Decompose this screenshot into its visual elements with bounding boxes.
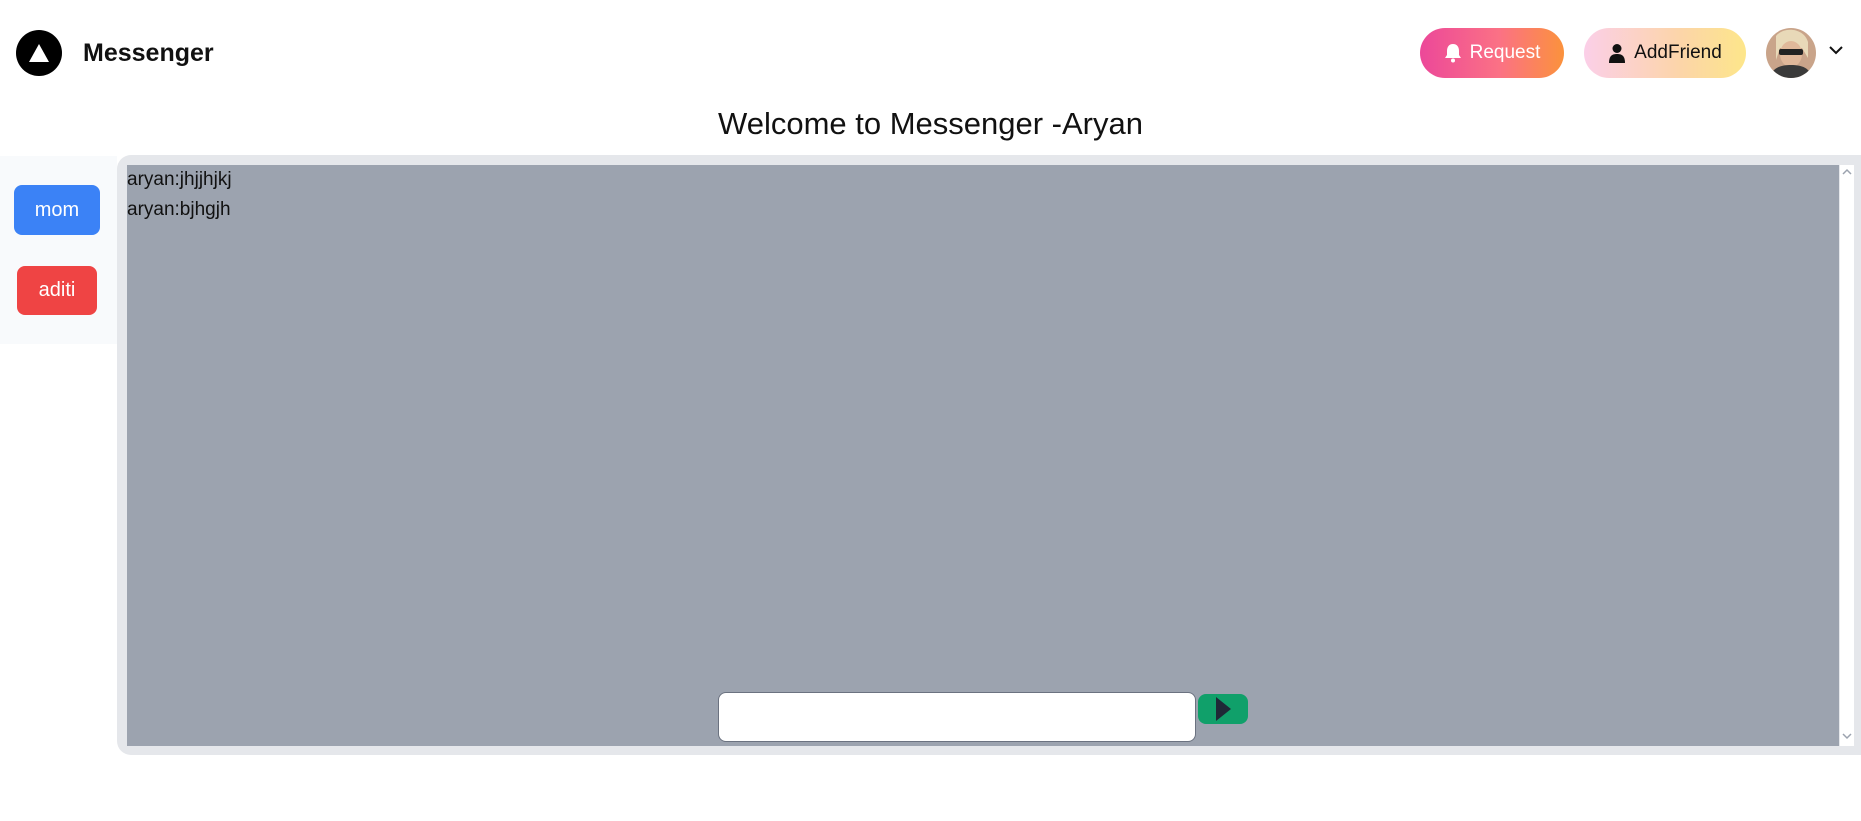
brand[interactable]: Messenger <box>16 30 214 76</box>
chat-message: aryan:jhjjhjkj <box>127 169 232 190</box>
message-area[interactable] <box>127 165 1839 746</box>
request-button[interactable]: Request <box>1420 28 1564 78</box>
user-icon <box>1609 44 1626 63</box>
welcome-title: Welcome to Messenger -Aryan <box>718 106 1143 141</box>
request-label: Request <box>1469 42 1541 63</box>
avatar[interactable] <box>1766 28 1816 78</box>
play-icon <box>1216 697 1231 721</box>
brand-name: Messenger <box>83 38 214 67</box>
scroll-down-icon[interactable] <box>1842 732 1852 740</box>
bell-icon <box>1444 44 1461 63</box>
send-button[interactable] <box>1198 694 1248 724</box>
scroll-up-icon[interactable] <box>1842 168 1852 176</box>
friend-button-aditi[interactable]: aditi <box>17 266 97 315</box>
addfriend-label: AddFriend <box>1634 42 1722 63</box>
add-friend-button[interactable]: AddFriend <box>1584 28 1746 78</box>
chat-scrollbar[interactable] <box>1840 165 1854 746</box>
chat-message: aryan:bjhgjh <box>127 199 231 220</box>
message-input[interactable] <box>718 692 1196 742</box>
friend-button-mom[interactable]: mom <box>14 185 100 235</box>
chevron-down-icon[interactable] <box>1828 44 1844 56</box>
header: Messenger Request AddFriend <box>0 0 1861 104</box>
triangle-logo-icon <box>16 30 62 76</box>
